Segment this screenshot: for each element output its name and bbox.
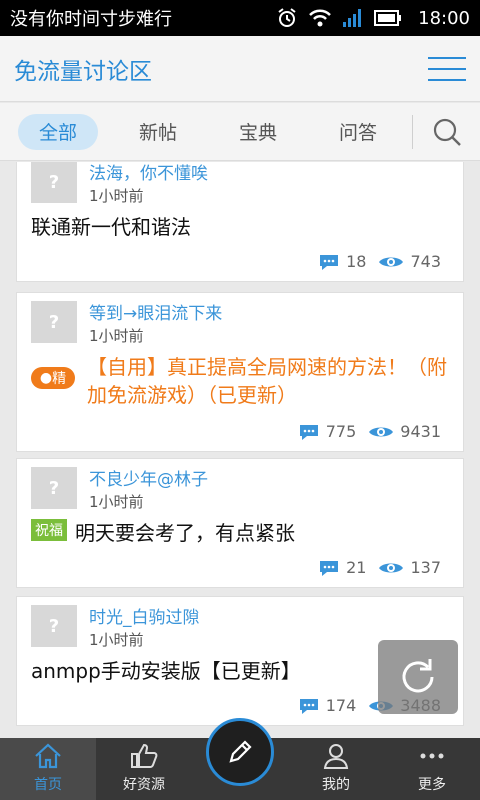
status-bar: 没有你时间寸步难行 18:00 (0, 0, 480, 36)
post-username[interactable]: 等到→眼泪流下来 (89, 299, 222, 324)
wifi-icon (309, 9, 332, 27)
post-title[interactable]: 明天要会考了，有点紧张 (75, 519, 295, 547)
menu-line (428, 56, 466, 59)
view-count: 9431 (400, 422, 441, 441)
tab-divider (412, 114, 413, 149)
default-avatar-icon: ? (48, 615, 60, 637)
comment-icon (320, 560, 339, 576)
nav-resources[interactable]: 好资源 (96, 738, 192, 800)
tab-new[interactable]: 新帖 (118, 114, 198, 150)
page-title: 免流量讨论区 (14, 58, 152, 85)
tab-qa[interactable]: 问答 (318, 114, 398, 150)
avatar[interactable]: ? (31, 605, 77, 647)
status-icons: 18:00 (276, 7, 470, 29)
post-time: 1小时前 (89, 493, 144, 511)
default-avatar-icon: ? (48, 171, 60, 193)
nav-home[interactable]: 首页 (0, 738, 96, 800)
comment-icon (299, 424, 318, 440)
post-stats: 18 743 (318, 252, 441, 271)
home-icon (35, 743, 61, 769)
featured-badge-label: 精 (52, 371, 67, 387)
refresh-button[interactable] (378, 640, 458, 714)
post-time: 1小时前 (89, 631, 144, 649)
nav-mine-label: 我的 (322, 777, 350, 793)
post-card[interactable]: ? 法海，你不懂唉 1小时前 联通新一代和谐法 18 743 (16, 162, 464, 282)
battery-icon (374, 10, 402, 26)
tab-guide[interactable]: 宝典 (218, 114, 298, 150)
nav-compose (192, 718, 288, 800)
avatar[interactable]: ? (31, 301, 77, 343)
search-icon (433, 118, 461, 146)
eye-icon (379, 563, 404, 572)
default-avatar-icon: ? (48, 477, 60, 499)
alarm-icon (278, 8, 296, 27)
view-count: 743 (410, 252, 441, 271)
default-avatar-icon: ? (48, 311, 60, 333)
bottom-nav: 首页 好资源 我的 更多 (0, 718, 480, 800)
post-time: 1小时前 (89, 327, 144, 345)
nav-mine[interactable]: 我的 (288, 738, 384, 800)
menu-button[interactable] (428, 54, 466, 84)
post-username[interactable]: 法海，你不懂唉 (89, 162, 208, 184)
eye-icon (369, 427, 394, 436)
app-header: 免流量讨论区 (0, 36, 480, 102)
avatar[interactable]: ? (31, 467, 77, 509)
post-time: 1小时前 (89, 187, 144, 205)
status-bar-time: 18:00 (418, 7, 470, 29)
nav-resources-label: 好资源 (123, 777, 165, 793)
post-username[interactable]: 不良少年@林子 (89, 465, 208, 490)
thumbs-up-icon (131, 743, 158, 768)
menu-line (428, 67, 466, 70)
nav-more-label: 更多 (418, 777, 446, 793)
post-username[interactable]: 时光_白驹过隙 (89, 603, 200, 628)
avatar[interactable]: ? (31, 162, 77, 203)
post-title[interactable]: 联通新一代和谐法 (31, 213, 191, 241)
post-title[interactable]: 【自用】真正提高全局网速的方法！（附加免流游戏）（已更新） (87, 353, 457, 409)
compose-button[interactable] (206, 718, 274, 786)
view-count: 137 (410, 558, 441, 577)
post-title[interactable]: anmpp手动安装版【已更新】 (31, 657, 301, 685)
comment-count: 775 (325, 422, 357, 441)
comment-count: 21 (346, 558, 367, 577)
comment-count: 174 (325, 696, 357, 715)
nav-home-label: 首页 (34, 777, 62, 793)
menu-line (428, 78, 466, 81)
post-card[interactable]: ? 等到→眼泪流下来 1小时前 ● 精 【自用】真正提高全局网速的方法！（附加免流… (16, 292, 464, 452)
user-icon (323, 744, 349, 769)
search-button[interactable] (427, 112, 467, 152)
refresh-icon (402, 659, 434, 693)
tab-bar: 全部 新帖 宝典 问答 (0, 103, 480, 161)
post-stats: 21 137 (318, 558, 441, 577)
signal-icon (343, 9, 362, 27)
blessing-badge: 祝福 (31, 519, 67, 541)
pencil-icon (229, 740, 252, 763)
post-stats: 775 9431 (298, 422, 441, 441)
more-icon (420, 753, 444, 759)
eye-icon (379, 257, 404, 266)
tab-all[interactable]: 全部 (18, 113, 98, 150)
featured-badge: ● 精 (31, 367, 75, 389)
status-bar-title: 没有你时间寸步难行 (10, 9, 172, 30)
comment-icon (299, 698, 318, 714)
post-card[interactable]: ? 不良少年@林子 1小时前 祝福 明天要会考了，有点紧张 21 137 (16, 458, 464, 588)
comment-count: 18 (346, 252, 367, 271)
nav-more[interactable]: 更多 (384, 738, 480, 800)
comment-icon (320, 254, 339, 270)
